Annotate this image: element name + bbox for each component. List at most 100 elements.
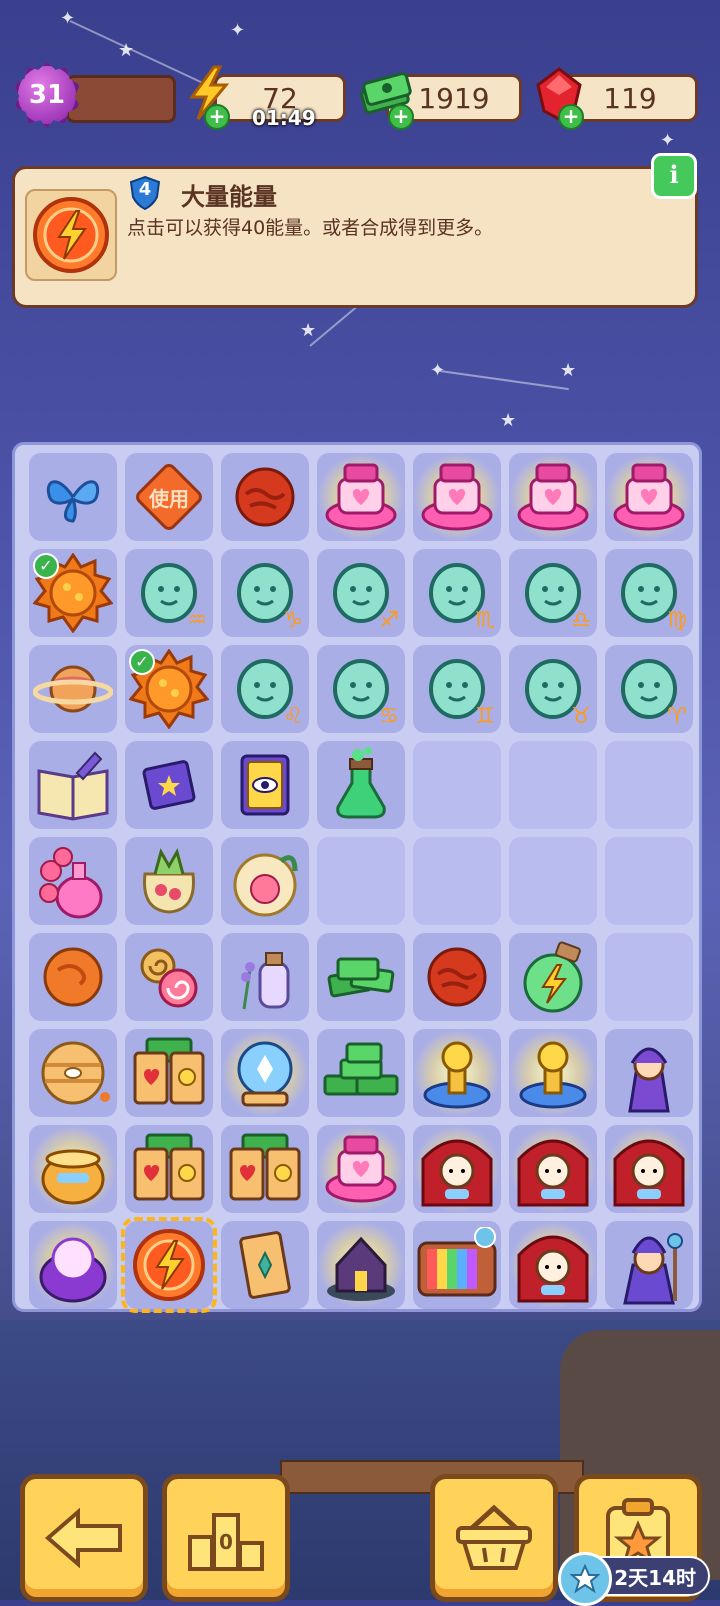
fountain-icon xyxy=(513,1033,593,1113)
board-item-orange-planet[interactable] xyxy=(29,933,117,1021)
empty-board-cell[interactable] xyxy=(605,933,693,1021)
board-item-gemini-statue[interactable]: ♊ xyxy=(413,645,501,733)
board-item-use-card[interactable]: 使用 xyxy=(125,453,213,541)
cash-big-icon xyxy=(321,1040,401,1106)
board-item-aries-statue[interactable]: ♈ xyxy=(605,645,693,733)
add-energy-button[interactable]: + xyxy=(204,104,230,130)
empty-board-cell[interactable] xyxy=(413,837,501,925)
board-item-red-planet[interactable] xyxy=(413,933,501,1021)
leaderboard-button[interactable]: 0 xyxy=(162,1474,290,1602)
board-item-cash-stack[interactable] xyxy=(317,933,405,1021)
board-item-fortune-booth[interactable] xyxy=(509,1221,597,1309)
board-item-green-potion[interactable] xyxy=(317,741,405,829)
board-item-cash-pile[interactable] xyxy=(317,1029,405,1117)
board-item-retro-tv[interactable] xyxy=(413,1221,501,1309)
board-item-flower-sachet[interactable] xyxy=(125,837,213,925)
board-item-swirl-candies[interactable] xyxy=(125,933,213,1021)
board-item-tarot-cards[interactable] xyxy=(221,1125,309,1213)
zodiac-symbol: ♐ xyxy=(379,608,399,633)
board-item-red-planet[interactable] xyxy=(221,453,309,541)
board-item-pink-heart-chest[interactable] xyxy=(413,453,501,541)
empty-board-cell[interactable] xyxy=(605,837,693,925)
board-item-pink-heart-chest[interactable] xyxy=(605,453,693,541)
board-item-leo-statue[interactable]: ♌ xyxy=(221,645,309,733)
back-button[interactable] xyxy=(20,1474,148,1602)
level-shield-icon: 4 xyxy=(127,175,163,211)
crystal-icon xyxy=(227,1033,303,1113)
board-item-sun[interactable]: ✓ xyxy=(125,645,213,733)
basket-icon xyxy=(456,1504,532,1570)
svg-text:0: 0 xyxy=(219,1530,233,1554)
info-button[interactable]: i xyxy=(651,153,697,199)
event-timer-text: 2天14时 xyxy=(614,1565,696,1590)
board-item-energy-potion[interactable] xyxy=(509,933,597,1021)
cauldron-purple-icon xyxy=(33,1225,113,1305)
board-item-haunted-house[interactable] xyxy=(317,1221,405,1309)
check-badge-icon: ✓ xyxy=(33,553,59,579)
board-item-golden-fountain[interactable] xyxy=(509,1029,597,1117)
empty-board-cell[interactable] xyxy=(413,741,501,829)
empty-board-cell[interactable] xyxy=(509,741,597,829)
board-item-energy-orb[interactable] xyxy=(121,1217,217,1313)
item-description: 点击可以获得40能量。或者合成得到更多。 xyxy=(127,217,494,239)
top-bar: 31 72 + 01:49 1919 + 119 + xyxy=(0,60,720,130)
board-item-eye-book[interactable] xyxy=(221,741,309,829)
board-item-fortune-booth[interactable] xyxy=(413,1125,501,1213)
board-item-rose-perfume[interactable] xyxy=(29,837,117,925)
board-item-saturn[interactable] xyxy=(29,645,117,733)
board-item-tarot-card[interactable] xyxy=(221,1221,309,1309)
xp-progress-bar xyxy=(66,75,176,123)
board-item-virgo-statue[interactable]: ♍ xyxy=(605,549,693,637)
board-item-libra-statue[interactable]: ♎ xyxy=(509,549,597,637)
board-item-purple-book[interactable] xyxy=(125,741,213,829)
star-badge-icon xyxy=(558,1552,612,1606)
empty-board-cell[interactable] xyxy=(509,837,597,925)
board-item-flower-globe[interactable] xyxy=(221,837,309,925)
board-item-jupiter[interactable] xyxy=(29,1029,117,1117)
board-item-lavender-bottle[interactable] xyxy=(221,933,309,1021)
board-item-pink-heart-chest[interactable] xyxy=(317,453,405,541)
board-item-golden-fountain[interactable] xyxy=(413,1029,501,1117)
board-item-pink-heart-chest[interactable] xyxy=(317,1125,405,1213)
item-info-panel: 4 大量能量 点击可以获得40能量。或者合成得到更多。 i xyxy=(12,153,698,308)
board-item-magic-cauldron[interactable] xyxy=(29,1221,117,1309)
empty-board-cell[interactable] xyxy=(317,837,405,925)
board-item-wizard[interactable] xyxy=(605,1221,693,1309)
add-cash-button[interactable]: + xyxy=(388,104,414,130)
board-item-fortune-booth[interactable] xyxy=(509,1125,597,1213)
board-item-capricorn-statue[interactable]: ♑ xyxy=(221,549,309,637)
selection-frame xyxy=(121,1217,217,1313)
empty-board-cell[interactable] xyxy=(605,741,693,829)
board-item-tarot-cards[interactable] xyxy=(125,1125,213,1213)
add-gem-button[interactable]: + xyxy=(558,104,584,130)
board-item-cancer-statue[interactable]: ♋ xyxy=(317,645,405,733)
zodiac-symbol: ♒ xyxy=(187,608,207,633)
board-item-fortune-booth[interactable] xyxy=(605,1125,693,1213)
board-item-pink-heart-chest[interactable] xyxy=(509,453,597,541)
star-decoration: ★ xyxy=(560,360,577,381)
board-item-crystal-ball[interactable] xyxy=(221,1029,309,1117)
board-item-aquarius-statue[interactable]: ♒ xyxy=(125,549,213,637)
zodiac-symbol: ♎ xyxy=(571,608,591,633)
board-item-golden-cauldron[interactable] xyxy=(29,1125,117,1213)
saturn-icon xyxy=(33,654,113,724)
arrow-left-icon xyxy=(44,1508,122,1568)
board-item-scorpio-statue[interactable]: ♏ xyxy=(413,549,501,637)
board-item-sun[interactable]: ✓ xyxy=(29,549,117,637)
board-item-magic-book-open[interactable] xyxy=(29,741,117,829)
zodiac-symbol: ♑ xyxy=(283,608,303,633)
board-item-fortune-teller[interactable] xyxy=(605,1029,693,1117)
booth-icon xyxy=(417,1129,497,1209)
booth-icon xyxy=(513,1129,593,1209)
board-item-blue-butterfly[interactable] xyxy=(29,453,117,541)
board-item-sagittarius-statue[interactable]: ♐ xyxy=(317,549,405,637)
gem-value: 119 xyxy=(603,81,657,115)
check-badge-icon: ✓ xyxy=(129,649,155,675)
perfume-icon xyxy=(33,841,113,921)
podium-icon: 0 xyxy=(188,1513,264,1571)
cash-icon xyxy=(324,947,398,1007)
shop-basket-button[interactable] xyxy=(430,1474,558,1602)
event-timer-badge[interactable]: 2天14时 xyxy=(558,1552,710,1606)
board-item-tarot-cards[interactable] xyxy=(125,1029,213,1117)
board-item-taurus-statue[interactable]: ♉ xyxy=(509,645,597,733)
